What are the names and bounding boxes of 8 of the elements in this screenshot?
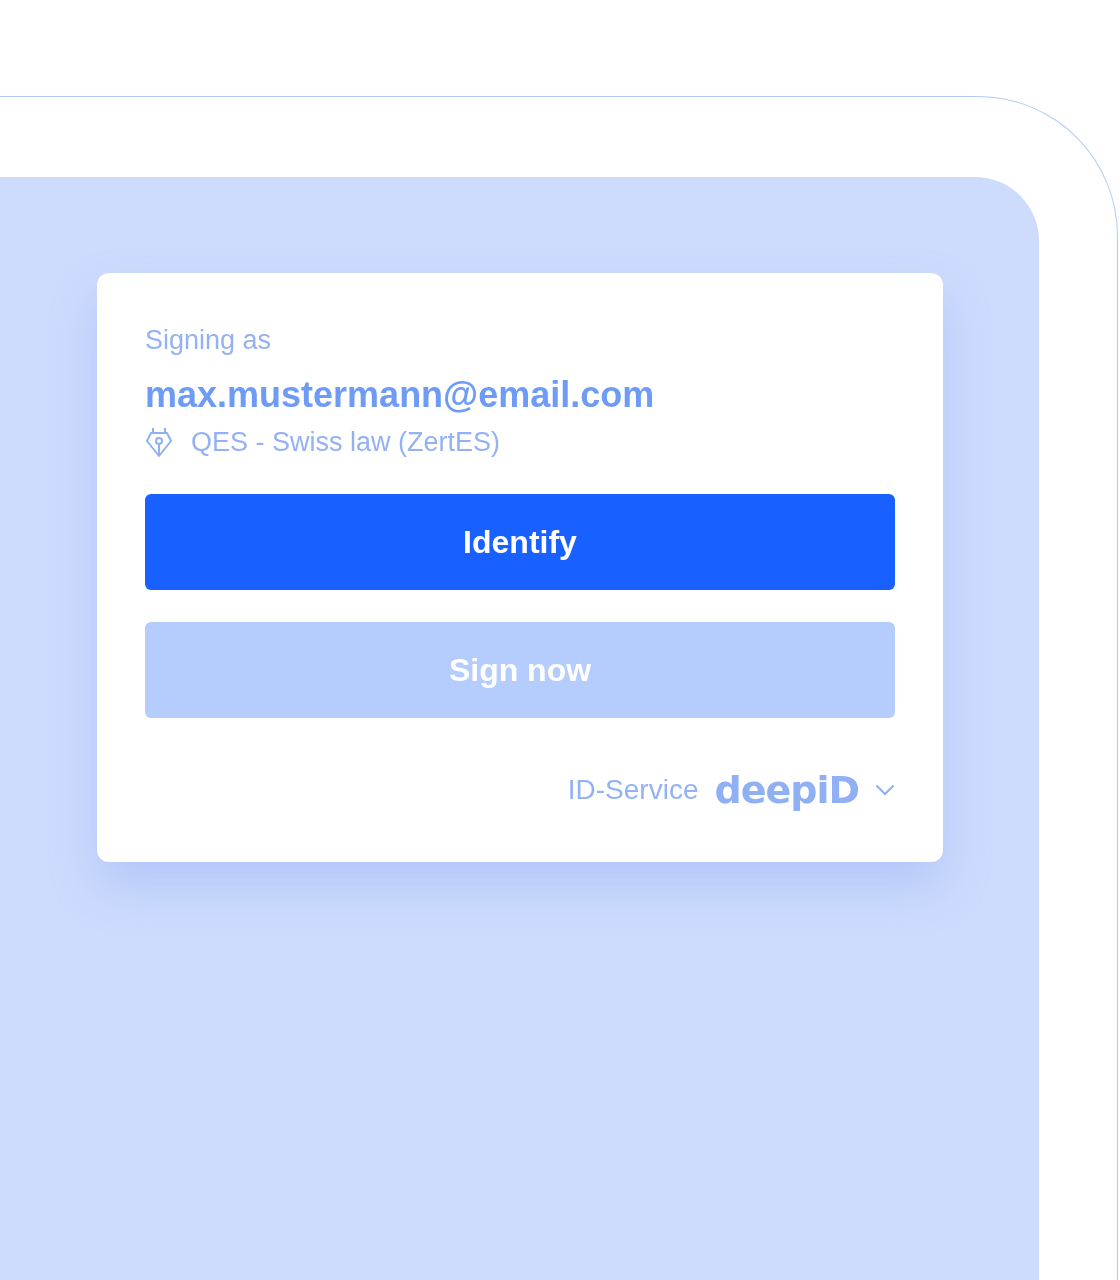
signer-email: max.mustermann@email.com <box>145 374 656 416</box>
chevron-down-icon[interactable] <box>875 784 895 796</box>
pen-nib-icon <box>145 426 173 458</box>
signature-type: QES - Swiss law (ZertES) <box>191 426 501 458</box>
id-service-label: ID-Service <box>567 774 699 806</box>
provider-logo: deepiD <box>714 768 859 812</box>
signing-label: Signing as <box>145 325 273 356</box>
identify-button[interactable]: Identify <box>145 494 895 590</box>
